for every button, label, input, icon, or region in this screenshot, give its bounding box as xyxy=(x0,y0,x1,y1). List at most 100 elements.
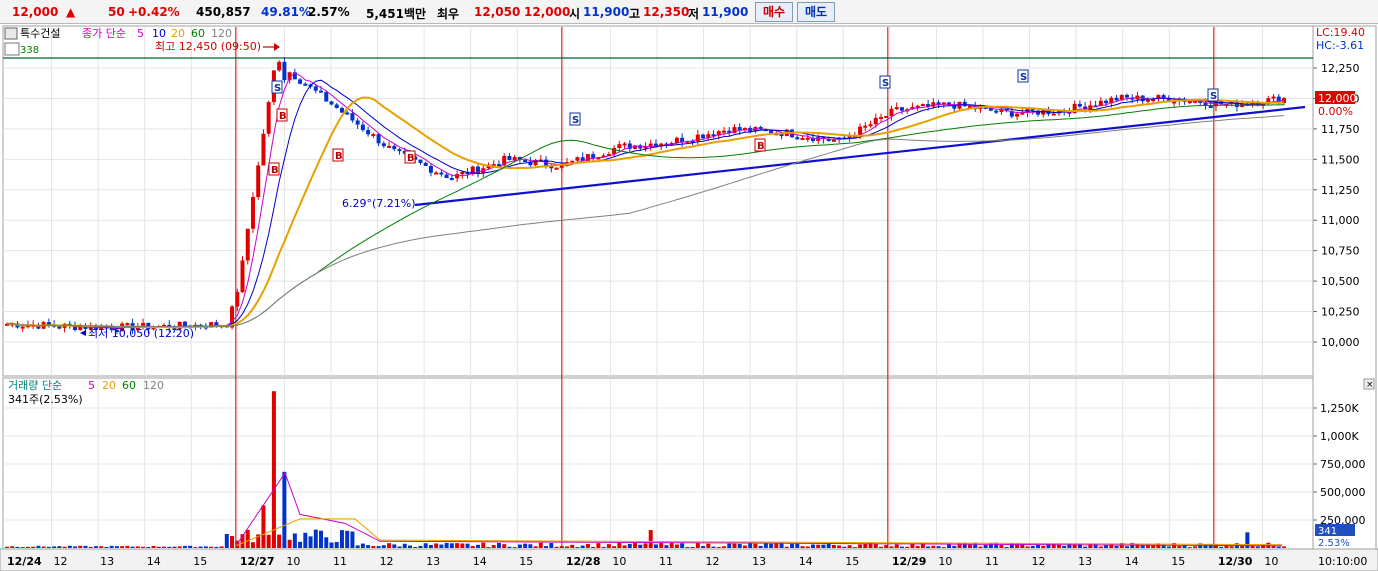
volume-bar xyxy=(1036,544,1041,548)
candle-body xyxy=(319,90,324,93)
volume-bar xyxy=(643,543,648,548)
volume-bar xyxy=(816,544,821,548)
volume-bar xyxy=(1030,546,1035,548)
volume-bar xyxy=(664,545,669,548)
volume-bar xyxy=(397,546,402,548)
volume-bar xyxy=(669,542,674,548)
vol-ma-60: 60 xyxy=(122,379,136,392)
volume-bar xyxy=(905,546,910,548)
sell-signal-label: S xyxy=(882,78,889,89)
trend-note: 6.29°(7.21%) xyxy=(342,197,416,210)
volume-bar xyxy=(198,546,203,548)
ma-legend-60: 60 xyxy=(191,27,205,40)
price-panel[interactable] xyxy=(2,25,1314,377)
volume-bar xyxy=(753,543,758,548)
volume-bar xyxy=(769,543,774,548)
volume-bar xyxy=(188,545,193,548)
volume-bar xyxy=(308,536,313,548)
vol-ma-5: 5 xyxy=(88,379,95,392)
ma-legend-5: 5 xyxy=(137,27,144,40)
volume-bar xyxy=(1177,546,1182,548)
candle-body xyxy=(303,83,308,86)
x-axis-label: 11 xyxy=(659,555,673,568)
volume-bar xyxy=(303,532,308,548)
volume-bar xyxy=(748,543,753,548)
best-quote-label: 최우 xyxy=(437,7,460,21)
candle-body xyxy=(266,102,271,134)
candle-body xyxy=(722,130,727,133)
volume-bar xyxy=(585,543,590,548)
indicator-value: 338 xyxy=(20,45,39,56)
candle-body xyxy=(1114,97,1119,101)
volume-bar xyxy=(292,533,297,548)
volume-bar xyxy=(1224,545,1229,548)
sell-button[interactable]: 매도 xyxy=(797,2,835,22)
volume-bar xyxy=(455,543,460,548)
volume-bar xyxy=(334,542,339,548)
volume-bar xyxy=(120,546,125,548)
stock-chart[interactable]: S S S S S B B B B B 특수건설 종가 단순 5 10 20 60 120 338… xyxy=(0,24,1378,571)
price-tick-label: 11,750 xyxy=(1321,123,1360,136)
volume-bar xyxy=(528,544,533,548)
volume-bar xyxy=(114,546,119,548)
volume-bar xyxy=(41,546,46,548)
volume-bar xyxy=(298,541,303,548)
volume-bar xyxy=(1093,543,1098,548)
candle-body xyxy=(397,149,402,152)
volume-bar xyxy=(1062,546,1067,548)
volume-bar xyxy=(1098,546,1103,548)
candle-body xyxy=(345,112,350,115)
current-price-pct: 0.00% xyxy=(1318,105,1353,118)
volume-bar xyxy=(329,542,334,548)
volume-bar xyxy=(1088,543,1093,548)
candle-body xyxy=(387,145,392,148)
volume-bar xyxy=(496,542,501,548)
candle-body xyxy=(282,61,287,81)
x-axis-label: 12 xyxy=(380,555,394,568)
volume-bar xyxy=(821,544,826,548)
volume-tick-label: 750,000 xyxy=(1320,458,1366,471)
ma-legend-label: 종가 단순 xyxy=(82,27,126,40)
volume-bar xyxy=(575,547,580,548)
volume-bar xyxy=(465,543,470,548)
volume-bar xyxy=(858,544,863,548)
x-axis-label: 13 xyxy=(426,555,440,568)
volume-bar xyxy=(690,546,695,548)
volume-current: 341주(2.53%) xyxy=(8,393,83,406)
volume-bar xyxy=(282,471,287,548)
volume-bar xyxy=(25,546,30,548)
volume-bar xyxy=(88,546,93,548)
candle-body xyxy=(617,144,622,149)
candle-body xyxy=(334,104,339,109)
volume-bar xyxy=(413,547,418,548)
settings-icon[interactable] xyxy=(4,27,18,40)
volume-bar xyxy=(549,543,554,548)
stock-name: 특수건설 xyxy=(20,27,60,40)
volume-bar xyxy=(1114,545,1119,548)
candle-body xyxy=(298,79,303,84)
candle-body xyxy=(622,143,627,146)
candle-body xyxy=(575,157,580,161)
candle-body xyxy=(1036,110,1041,115)
volume-bar xyxy=(538,542,543,548)
x-axis-label: 14 xyxy=(147,555,161,568)
candle-body xyxy=(873,117,878,125)
volume-bar xyxy=(512,547,517,548)
volume-bar xyxy=(125,545,130,548)
clock: 10:10:00 xyxy=(1318,555,1367,568)
volume-bar xyxy=(554,546,559,548)
volume-bar xyxy=(1276,546,1281,548)
volume-current-pct: 2.53% xyxy=(1318,538,1350,549)
volume-bar xyxy=(706,543,711,548)
candle-body xyxy=(360,124,365,131)
candle-body xyxy=(805,137,810,140)
volume-bar xyxy=(460,543,465,548)
volume-bar xyxy=(784,546,789,548)
candle-body xyxy=(1015,113,1020,117)
volume-bar xyxy=(727,543,732,548)
volume-bar xyxy=(1140,545,1145,548)
vol-ma-20: 20 xyxy=(102,379,116,392)
candle-body xyxy=(507,155,512,161)
buy-button[interactable]: 매수 xyxy=(755,2,793,22)
calendar-icon[interactable] xyxy=(4,42,20,56)
